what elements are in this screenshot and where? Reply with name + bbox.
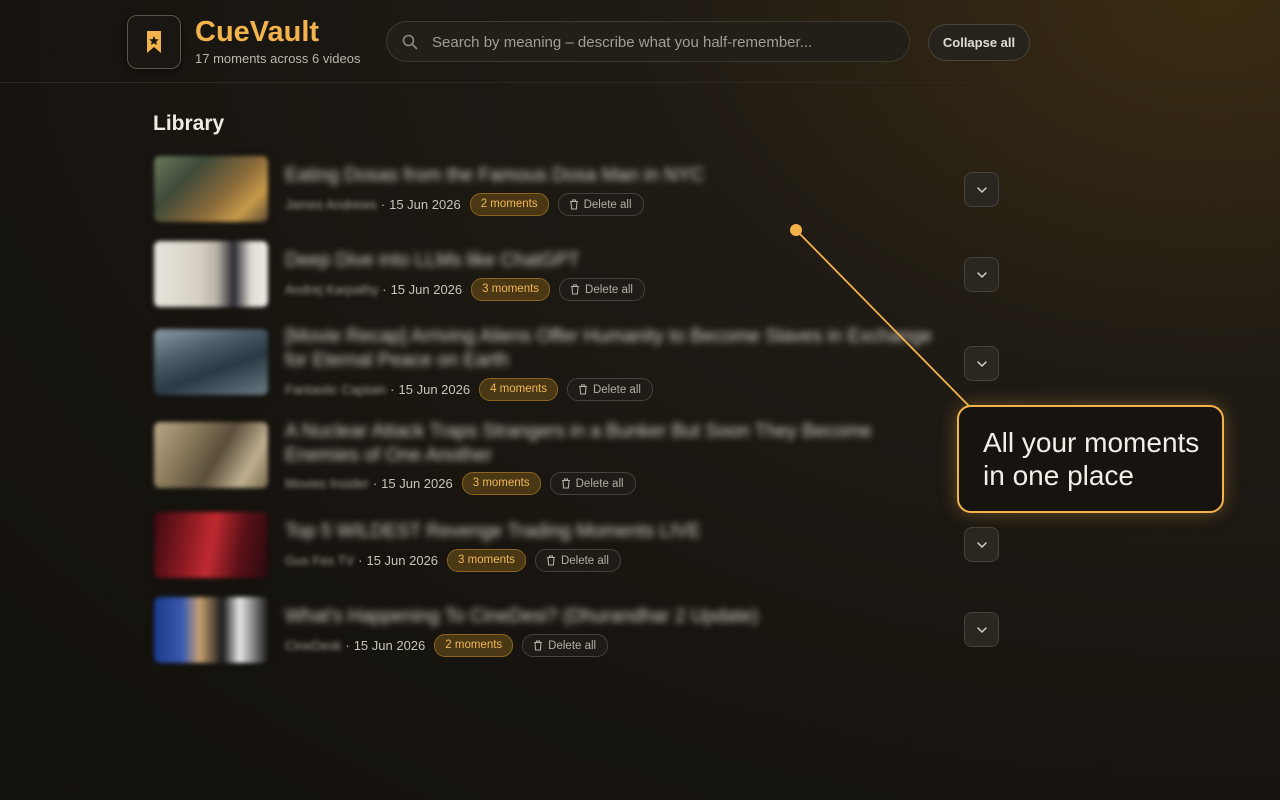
callout-pointer <box>790 224 971 408</box>
onboarding-callout: All your moments in one place <box>957 405 1224 513</box>
callout-pointer-line <box>795 229 971 408</box>
callout-pointer-dot <box>790 224 802 236</box>
